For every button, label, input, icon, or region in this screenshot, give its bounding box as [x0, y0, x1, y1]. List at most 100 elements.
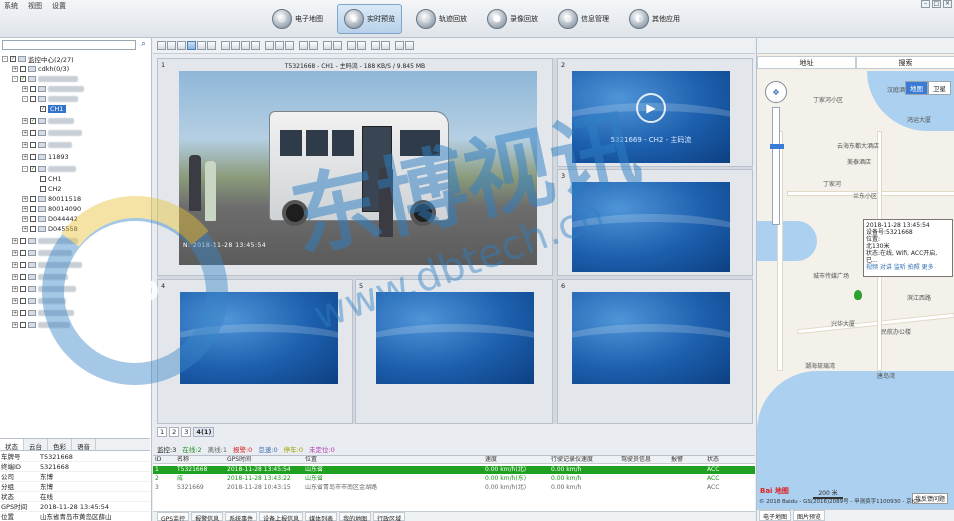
checkbox[interactable] — [40, 175, 46, 182]
expand-icon[interactable]: + — [22, 85, 28, 92]
video-cell-1[interactable]: 1 T5321668 - CH1 - 主码流 - 188 KB/S / 9.84… — [157, 58, 553, 276]
pan-icon[interactable]: ✥ — [765, 81, 787, 103]
layout-9-icon[interactable] — [197, 41, 206, 50]
status-count[interactable]: 未定位:0 — [309, 444, 335, 454]
expand-icon[interactable]: + — [12, 237, 18, 244]
checkbox[interactable] — [20, 285, 26, 292]
device-search-input[interactable] — [2, 40, 136, 50]
expand-icon[interactable]: + — [22, 205, 28, 212]
tree-item[interactable]: + — [12, 260, 82, 269]
expand-icon[interactable]: + — [12, 321, 18, 328]
checkbox[interactable] — [20, 321, 26, 328]
stop-icon[interactable] — [333, 41, 342, 50]
talk-icon[interactable] — [241, 41, 250, 50]
video-screen[interactable] — [376, 292, 534, 384]
checkbox[interactable]: ✓ — [10, 55, 16, 62]
status-count[interactable]: 离线:1 — [208, 444, 227, 454]
layout-4-icon[interactable] — [167, 41, 176, 50]
tree-root[interactable]: - ✓ 监控中心(2/27) — [2, 54, 74, 64]
layout-16-icon[interactable] — [207, 41, 216, 50]
tree-item[interactable]: + — [12, 284, 76, 293]
map-type-satellite[interactable]: 卫星 — [928, 81, 951, 95]
tree-item[interactable]: +80011518 — [22, 194, 81, 203]
bottom-tab[interactable]: 系统事件 — [225, 512, 258, 521]
tree-item[interactable]: + — [12, 320, 70, 329]
tab-track-playback[interactable]: ◌ 轨迹回放 — [410, 4, 473, 34]
tree-channel-selected[interactable]: ✓ CH1 — [40, 104, 66, 113]
table-row[interactable]: 1 T5321668 2018-11-28 13:45:54 山东省 0.00 km/h… — [153, 466, 755, 474]
checkbox[interactable] — [30, 225, 36, 232]
color-icon[interactable] — [299, 41, 308, 50]
tree-item[interactable]: + — [12, 272, 68, 281]
expand-icon[interactable]: + — [22, 141, 28, 148]
collapse-icon[interactable]: - — [22, 95, 28, 102]
zoom-slider[interactable] — [770, 107, 784, 225]
popup-action-links[interactable]: 视频 对讲 监听 拍照 更多 — [866, 264, 950, 271]
tree-item[interactable]: + cdkh(0/3) — [12, 64, 69, 73]
checkbox[interactable]: ✓ — [40, 105, 46, 112]
video-screen[interactable]: ▶ 5321669 - CH2 - 主码流 — [572, 71, 730, 163]
checkbox[interactable]: ✓ — [20, 75, 26, 82]
tree-item[interactable]: - — [22, 94, 78, 103]
checkbox[interactable] — [20, 65, 26, 72]
tree-item[interactable]: +80014090 — [22, 204, 81, 213]
bottom-tab[interactable]: 报警信息 — [191, 512, 224, 521]
checkbox[interactable] — [30, 195, 36, 202]
status-count[interactable]: 怠速:0 — [258, 444, 277, 454]
collapse-icon[interactable]: - — [12, 75, 18, 82]
status-count[interactable]: 在线:2 — [182, 444, 201, 454]
page-tab[interactable]: 2 — [169, 427, 180, 437]
vehicle-marker[interactable] — [854, 290, 862, 300]
tab-picture-preview[interactable]: 图片预览 — [793, 510, 826, 521]
bottom-tab[interactable]: 我的地图 — [339, 512, 372, 521]
expand-icon[interactable]: + — [22, 195, 28, 202]
close-icon[interactable]: × — [943, 0, 952, 8]
baidu-map[interactable]: 汉庭酒店 鸿运大厦 丁家河小区 云海东都大酒店 美泰酒店 丁家河 兰东小区 城市传媒广场 滨江西… — [757, 71, 954, 509]
checkbox[interactable] — [30, 205, 36, 212]
status-count[interactable]: 监控:3 — [157, 444, 176, 454]
bottom-tab[interactable]: 设备上报信息 — [259, 512, 304, 521]
bottom-tab[interactable]: 媒体列表 — [305, 512, 338, 521]
zoom-handle[interactable] — [770, 144, 784, 149]
expand-icon[interactable]: + — [12, 261, 18, 268]
collapse-icon[interactable]: - — [22, 165, 28, 172]
expand-icon[interactable]: + — [22, 225, 28, 232]
tab-info-management[interactable]: ◍ 信息管理 — [552, 4, 615, 34]
checkbox[interactable] — [40, 185, 46, 192]
checkbox[interactable] — [30, 95, 36, 102]
expand-icon[interactable]: + — [12, 309, 18, 316]
checkbox[interactable] — [20, 237, 26, 244]
video-screen[interactable] — [572, 182, 730, 272]
search-icon[interactable]: ⌕ — [138, 39, 149, 50]
checkbox[interactable] — [30, 85, 36, 92]
tree-channel[interactable]: CH2 — [40, 184, 62, 193]
collapse-icon[interactable]: - — [2, 55, 8, 62]
tree-item[interactable]: + — [22, 128, 82, 137]
close-all-icon[interactable] — [347, 41, 356, 50]
layout-6-icon[interactable] — [177, 41, 186, 50]
tree-item[interactable]: + — [12, 308, 74, 317]
expand-icon[interactable]: + — [22, 153, 28, 160]
tab-address[interactable]: 地址 — [757, 56, 856, 69]
snapshot-icon[interactable] — [221, 41, 230, 50]
minimize-icon[interactable]: – — [921, 0, 930, 8]
tab-search[interactable]: 搜索 — [856, 56, 954, 69]
page-tab-active[interactable]: 4(1) — [193, 427, 215, 437]
tree-item[interactable]: + — [12, 248, 72, 257]
tab-color[interactable]: 色彩 — [48, 439, 72, 451]
checkbox[interactable] — [20, 273, 26, 280]
play-icon[interactable] — [323, 41, 332, 50]
video-screen[interactable] — [180, 292, 338, 384]
expand-icon[interactable]: + — [12, 65, 18, 72]
video-cell-5[interactable]: 5 — [355, 279, 553, 424]
tab-status[interactable]: 状态 — [0, 439, 24, 451]
layout-1-icon[interactable] — [157, 41, 166, 50]
video-screen[interactable] — [572, 292, 730, 384]
page-tab[interactable]: 3 — [181, 427, 192, 437]
tab-live-preview[interactable]: ◉ 实时预览 — [337, 4, 402, 34]
listen-icon[interactable] — [251, 41, 260, 50]
zoom-out-icon[interactable] — [285, 41, 294, 50]
status-count[interactable]: 停车:0 — [284, 444, 303, 454]
menu-view[interactable]: 视图 — [28, 1, 42, 11]
tree-item[interactable]: + D044442 — [22, 214, 78, 223]
